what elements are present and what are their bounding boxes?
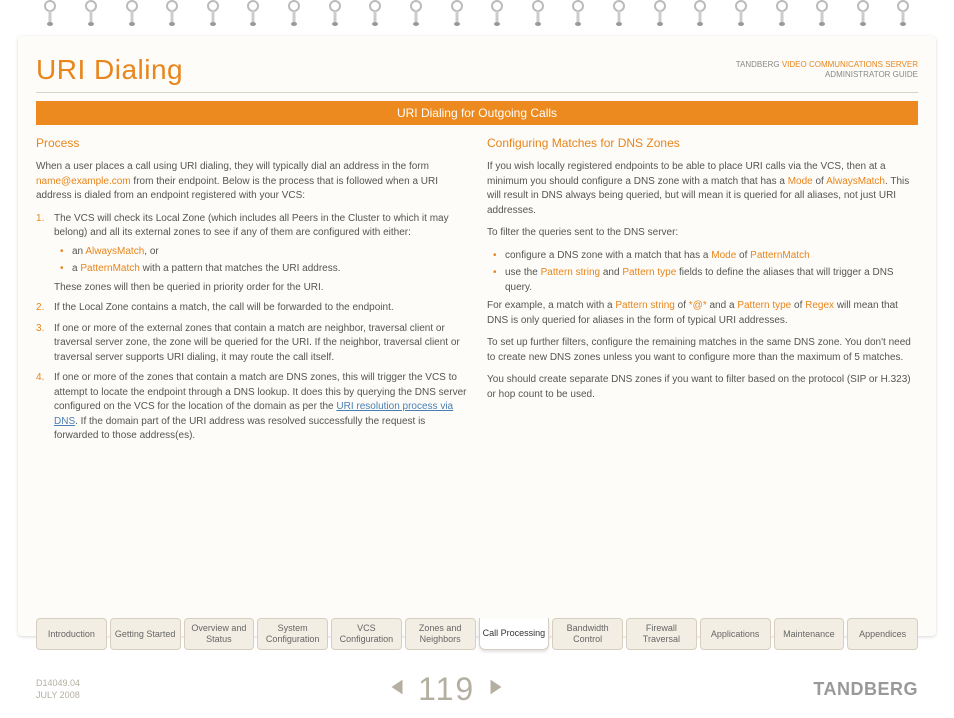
example-uri: name@example.com [36,176,131,187]
tab-zones-and-neighbors[interactable]: Zones and Neighbors [405,618,476,650]
step-1-sublist: an AlwaysMatch, or a PatternMatch with a… [60,245,467,277]
prev-page-arrow[interactable] [386,676,408,703]
tab-overview-and-status[interactable]: Overview and Status [184,618,255,650]
content-columns: Process When a user places a call using … [36,135,918,605]
process-steps: The VCS will check its Local Zone (which… [36,212,467,444]
tab-system-configuration[interactable]: System Configuration [257,618,328,650]
header-brand: TANDBERG [736,60,780,69]
right-p1: If you wish locally registered endpoints… [487,160,918,218]
tab-bandwidth-control[interactable]: Bandwidth Control [552,618,623,650]
tab-vcs-configuration[interactable]: VCS Configuration [331,618,402,650]
tab-getting-started[interactable]: Getting Started [110,618,181,650]
binding-ring [84,0,98,28]
binding-ring [775,0,789,28]
doc-number: D14049.04 [36,678,80,690]
binding-ring [571,0,585,28]
header-product: VIDEO COMMUNICATIONS SERVER [782,60,918,69]
tab-applications[interactable]: Applications [700,618,771,650]
binding-ring [165,0,179,28]
page-number: 119 [418,671,475,708]
page-footer: D14049.04 JULY 2008 119 TANDBERG [36,671,918,708]
section-banner: URI Dialing for Outgoing Calls [36,101,918,125]
right-p5: You should create separate DNS zones if … [487,373,918,402]
binding-ring [734,0,748,28]
page-title: URI Dialing [36,54,183,86]
intro-paragraph: When a user places a call using URI dial… [36,160,467,204]
spiral-binding [0,0,954,36]
doc-meta: D14049.04 JULY 2008 [36,678,80,701]
binding-ring [43,0,57,28]
tab-firewall-traversal[interactable]: Firewall Traversal [626,618,697,650]
left-column: Process When a user places a call using … [36,135,467,605]
binding-ring [653,0,667,28]
step-4: If one or more of the zones that contain… [36,371,467,444]
right-p4: To set up further filters, configure the… [487,336,918,365]
step-1: The VCS will check its Local Zone (which… [36,212,467,296]
document-page: URI Dialing TANDBERG VIDEO COMMUNICATION… [18,36,936,636]
doc-date: JULY 2008 [36,690,80,702]
page-header: URI Dialing TANDBERG VIDEO COMMUNICATION… [36,54,918,93]
binding-ring [328,0,342,28]
binding-ring [368,0,382,28]
binding-ring [125,0,139,28]
left-heading: Process [36,135,467,152]
binding-ring [612,0,626,28]
filter-b1: configure a DNS zone with a match that h… [493,249,918,264]
binding-ring [896,0,910,28]
tab-appendices[interactable]: Appendices [847,618,918,650]
binding-ring [206,0,220,28]
nav-tabs: IntroductionGetting StartedOverview and … [36,618,918,650]
binding-ring [246,0,260,28]
binding-ring [856,0,870,28]
binding-ring [815,0,829,28]
header-meta: TANDBERG VIDEO COMMUNICATIONS SERVER ADM… [736,54,918,81]
footer-brand-logo: TANDBERG [813,679,918,700]
filter-b2: use the Pattern string and Pattern type … [493,266,918,295]
header-subtitle: ADMINISTRATOR GUIDE [825,70,918,79]
binding-ring [693,0,707,28]
step-2: If the Local Zone contains a match, the … [36,301,467,316]
right-heading: Configuring Matches for DNS Zones [487,135,918,152]
right-p3: For example, a match with a Pattern stri… [487,299,918,328]
right-p2: To filter the queries sent to the DNS se… [487,226,918,241]
tab-maintenance[interactable]: Maintenance [774,618,845,650]
filter-bullets: configure a DNS zone with a match that h… [493,249,918,296]
binding-ring [490,0,504,28]
binding-ring [450,0,464,28]
step-3: If one or more of the external zones tha… [36,322,467,366]
next-page-arrow[interactable] [485,676,507,703]
page-nav: 119 [386,671,507,708]
step-1b: a PatternMatch with a pattern that match… [60,262,467,277]
tab-call-processing[interactable]: Call Processing [479,618,550,650]
binding-ring [287,0,301,28]
step-1a: an AlwaysMatch, or [60,245,467,260]
binding-ring [409,0,423,28]
tab-introduction[interactable]: Introduction [36,618,107,650]
right-column: Configuring Matches for DNS Zones If you… [487,135,918,605]
binding-ring [531,0,545,28]
